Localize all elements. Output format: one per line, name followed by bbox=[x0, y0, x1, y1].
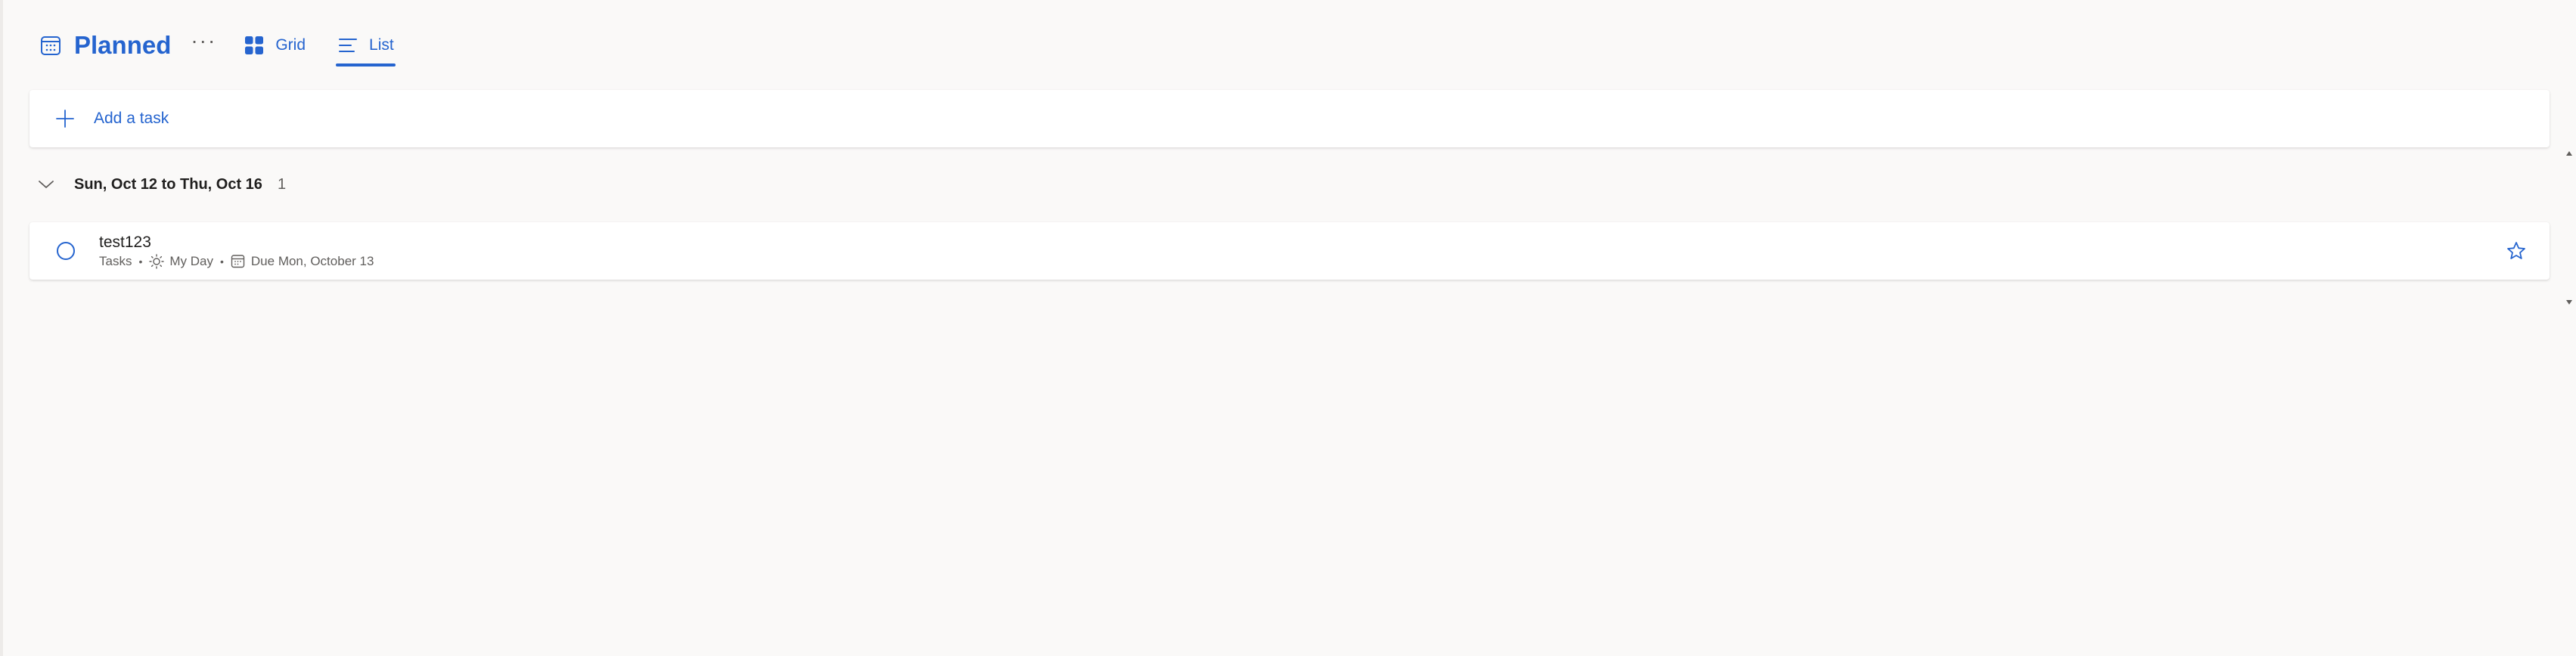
view-grid-button[interactable]: Grid bbox=[244, 23, 306, 68]
group-header[interactable]: Sun, Oct 12 to Thu, Oct 16 1 bbox=[36, 168, 286, 201]
view-list-label: List bbox=[369, 36, 394, 54]
more-options-button[interactable]: ··· bbox=[191, 30, 216, 51]
group-title: Sun, Oct 12 to Thu, Oct 16 bbox=[74, 175, 262, 193]
calendar-icon bbox=[39, 34, 62, 57]
left-border bbox=[0, 0, 3, 656]
separator-dot: • bbox=[220, 255, 224, 268]
grid-icon bbox=[244, 35, 265, 56]
task-my-day: My Day bbox=[169, 253, 213, 268]
sun-icon bbox=[149, 253, 165, 269]
calendar-icon bbox=[231, 254, 246, 269]
list-icon bbox=[337, 35, 358, 56]
separator-dot: • bbox=[138, 255, 143, 268]
task-title: test123 bbox=[99, 233, 151, 251]
task-list-name: Tasks bbox=[99, 253, 132, 268]
task-due-date: Due Mon, October 13 bbox=[250, 253, 374, 268]
scroll-down-arrow-icon[interactable] bbox=[2564, 297, 2574, 308]
view-grid-label: Grid bbox=[275, 36, 306, 54]
group-count: 1 bbox=[277, 175, 287, 193]
chevron-down-icon[interactable] bbox=[36, 175, 56, 194]
scroll-up-arrow-icon[interactable] bbox=[2564, 148, 2574, 159]
add-task-input[interactable]: Add a task bbox=[29, 90, 2550, 147]
star-icon[interactable] bbox=[2506, 240, 2527, 261]
page-header: Planned ··· Grid List bbox=[39, 23, 396, 68]
task-meta: Tasks • My Day • Due Mon, October 13 bbox=[99, 253, 374, 270]
plus-icon bbox=[54, 108, 76, 129]
view-list-button[interactable]: List bbox=[336, 23, 396, 68]
add-task-label: Add a task bbox=[94, 110, 169, 127]
task-row[interactable]: test123 Tasks • My Day • Due Mon, Octobe… bbox=[29, 222, 2550, 280]
task-content: test123 Tasks • My Day • Due Mon, Octobe… bbox=[99, 233, 374, 270]
complete-task-checkbox[interactable] bbox=[55, 240, 76, 261]
page-title: Planned bbox=[74, 31, 172, 59]
